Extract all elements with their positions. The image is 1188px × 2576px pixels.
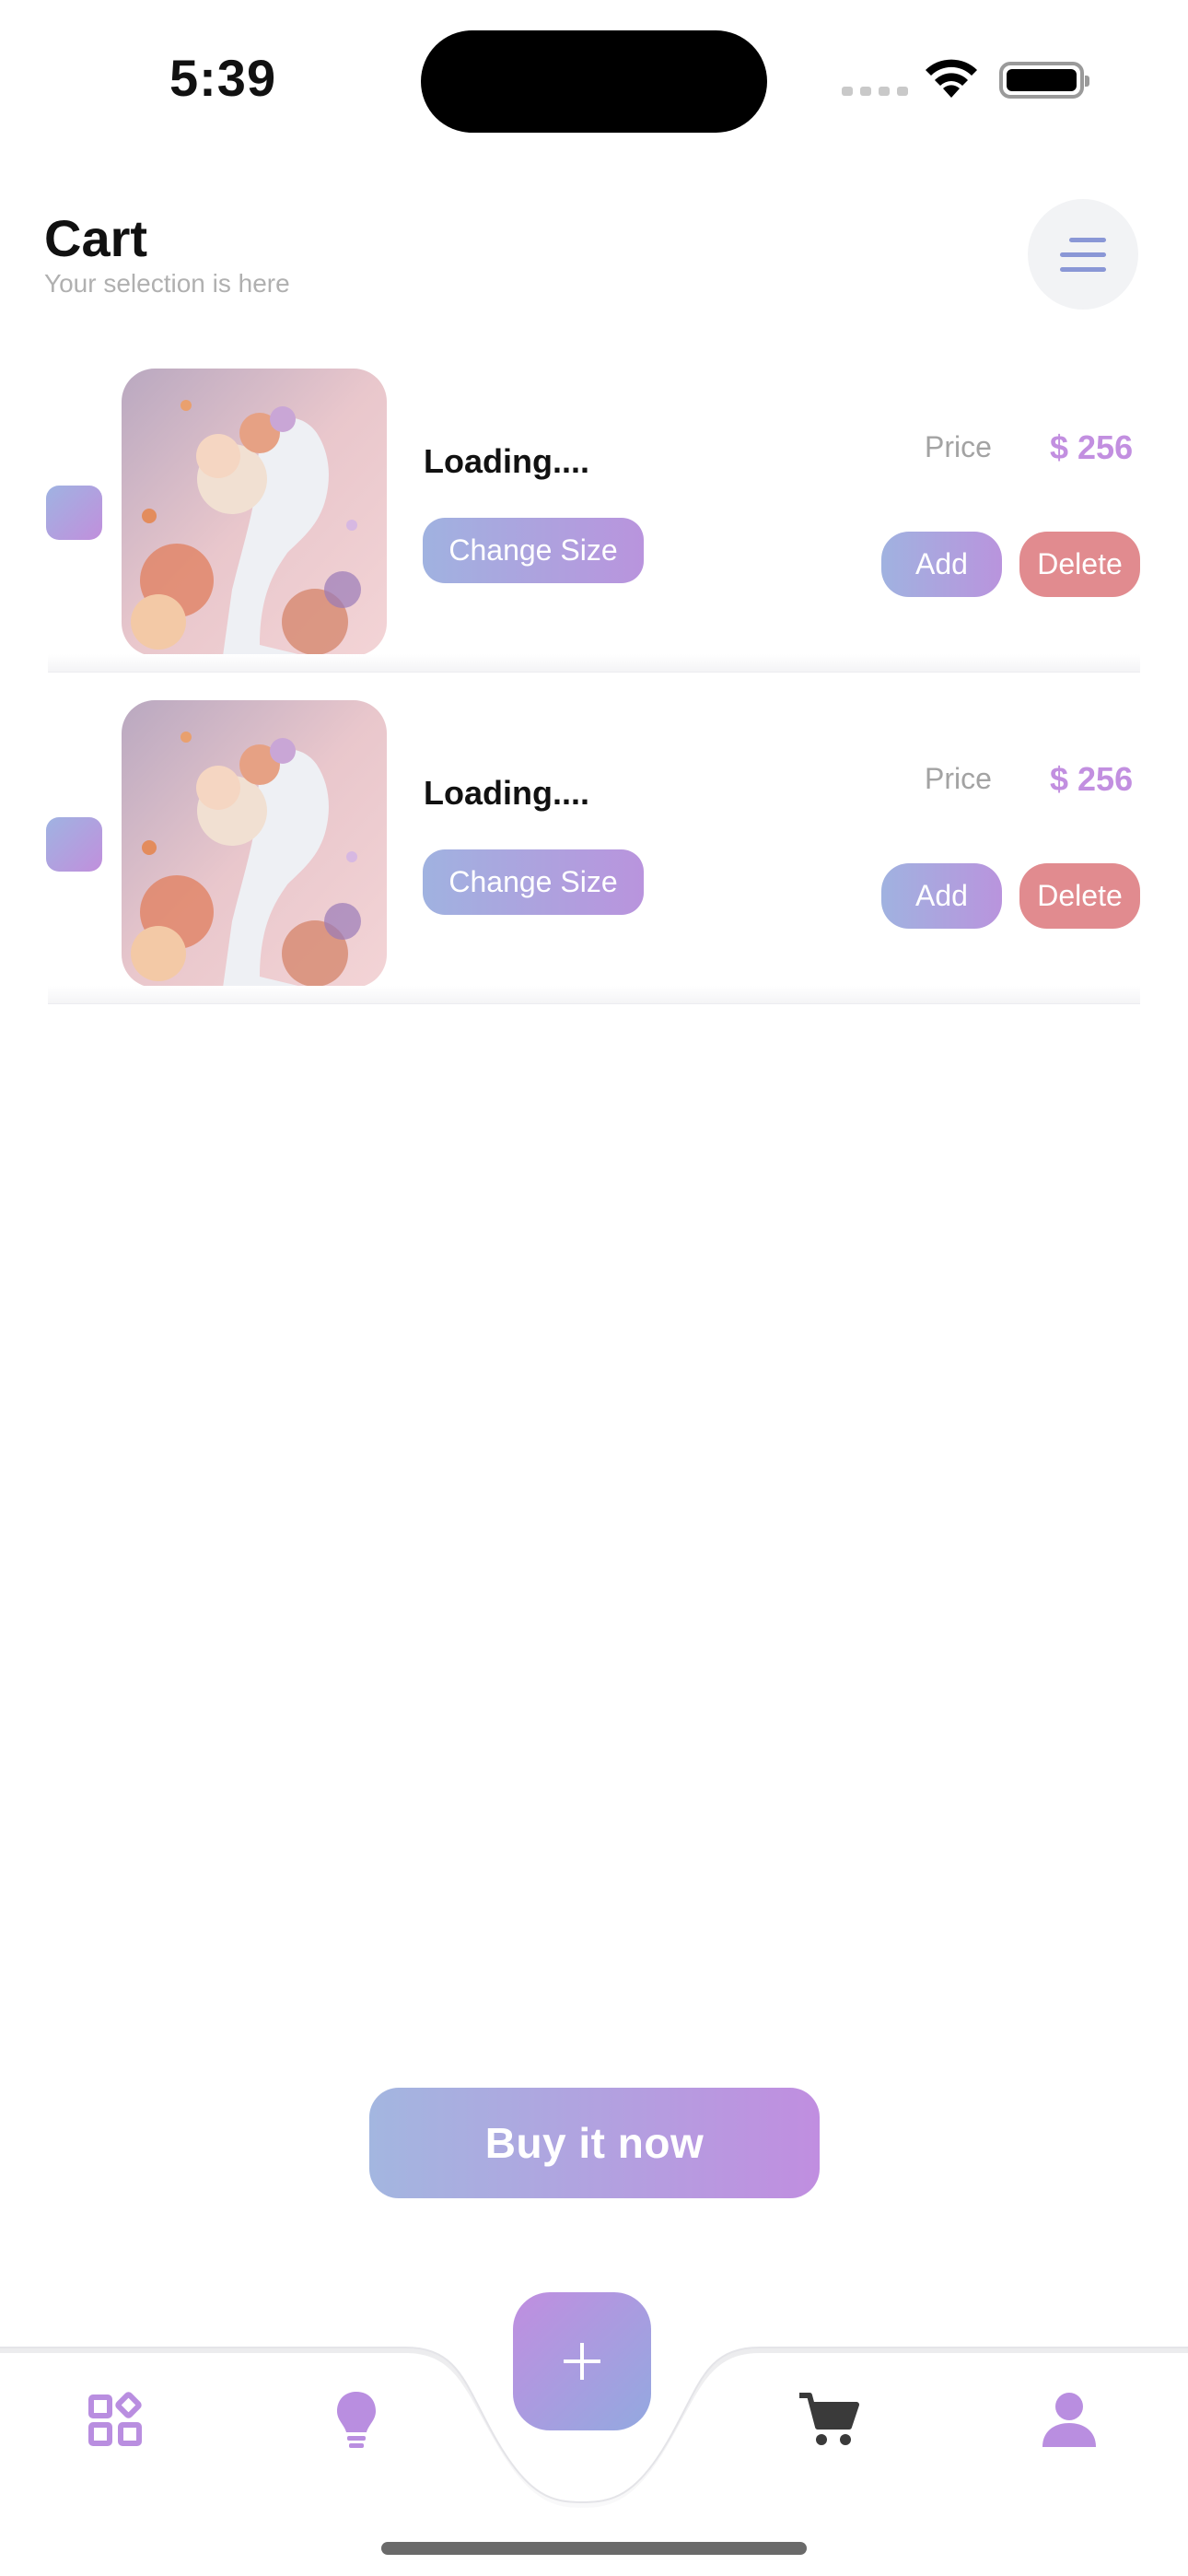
item-divider: [48, 654, 1140, 673]
buy-now-button[interactable]: Buy it now: [369, 2088, 820, 2198]
price-value: $ 256: [1050, 760, 1134, 798]
cellular-signal-icon: [842, 87, 908, 96]
item-thumbnail: [122, 700, 387, 988]
lightbulb-icon[interactable]: [324, 2388, 389, 2453]
wifi-icon: [926, 59, 977, 98]
item-thumbnail: [122, 369, 387, 656]
item-divider: [48, 986, 1140, 1004]
change-size-button[interactable]: Change Size: [423, 849, 644, 915]
change-size-button[interactable]: Change Size: [423, 518, 644, 583]
cart-item: Loading.... Change Size Price $ 256 Add …: [0, 369, 1188, 673]
price-label: Price: [925, 762, 992, 795]
add-fab-button[interactable]: [513, 2292, 651, 2430]
status-time: 5:39: [169, 49, 277, 107]
user-icon[interactable]: [1037, 2388, 1101, 2453]
add-button[interactable]: Add: [881, 863, 1002, 929]
menu-button[interactable]: [1028, 199, 1138, 310]
item-select-checkbox[interactable]: [46, 486, 102, 540]
item-name: Loading....: [424, 442, 589, 480]
delete-button[interactable]: Delete: [1019, 532, 1140, 597]
plus-icon: [564, 2343, 600, 2380]
battery-icon: [999, 62, 1089, 99]
item-select-checkbox[interactable]: [46, 817, 102, 872]
grid-icon[interactable]: [84, 2388, 148, 2453]
add-button[interactable]: Add: [881, 532, 1002, 597]
page-title: Cart: [44, 209, 148, 267]
delete-button[interactable]: Delete: [1019, 863, 1140, 929]
menu-icon: [1069, 237, 1106, 242]
cart-icon[interactable]: [798, 2388, 862, 2453]
price-label: Price: [925, 430, 992, 463]
cart-item: Loading.... Change Size Price $ 256 Add …: [0, 700, 1188, 1004]
dynamic-island: [421, 30, 767, 133]
page-subtitle: Your selection is here: [44, 269, 290, 298]
home-indicator: [381, 2542, 807, 2555]
item-name: Loading....: [424, 774, 589, 812]
price-value: $ 256: [1050, 428, 1134, 466]
